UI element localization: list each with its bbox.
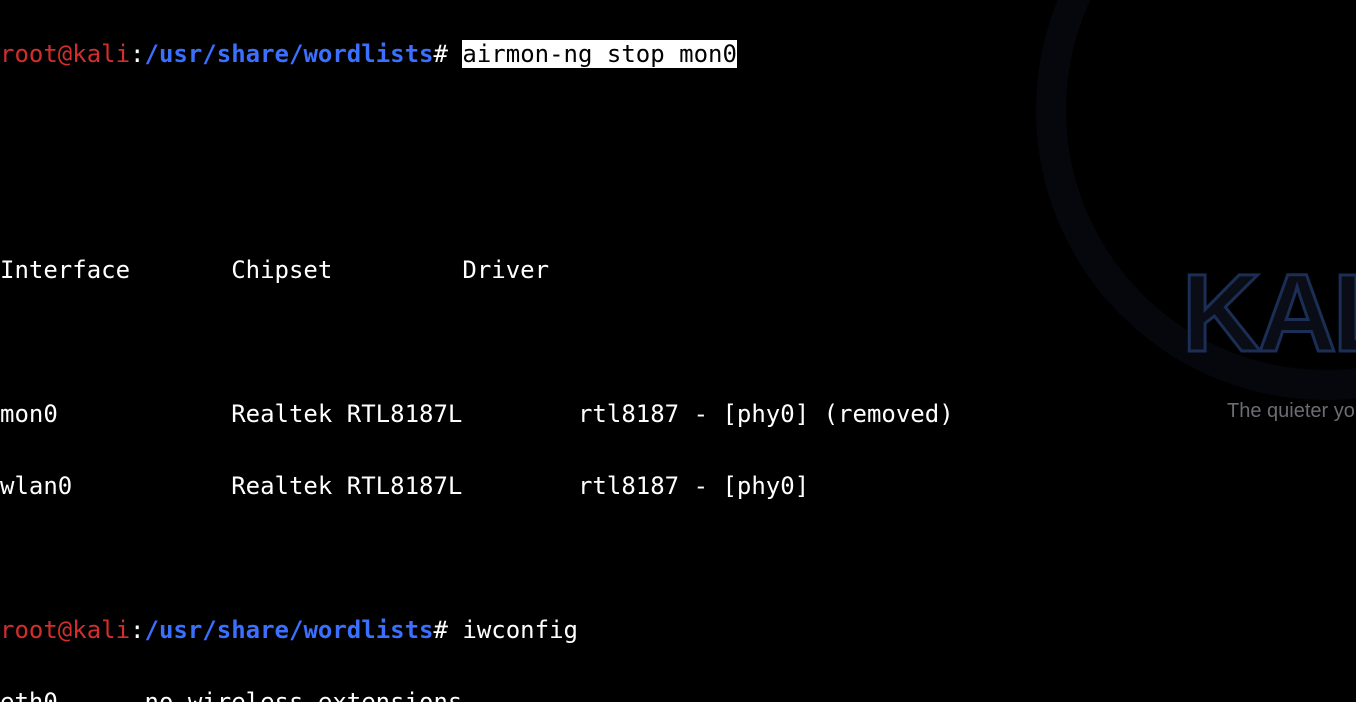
prompt-at: @ — [58, 40, 72, 68]
terminal-output[interactable]: root@kali:/usr/share/wordlists# airmon-n… — [0, 0, 1356, 702]
blank-line — [0, 180, 1356, 216]
blank-line — [0, 324, 1356, 360]
blank-line — [0, 108, 1356, 144]
command-2: iwconfig — [448, 616, 578, 644]
command-1-leading-space — [448, 40, 462, 68]
prompt-colon: : — [130, 40, 144, 68]
prompt-user: root — [0, 616, 58, 644]
prompt-at: @ — [58, 616, 72, 644]
prompt-line-2[interactable]: root@kali:/usr/share/wordlists# iwconfig — [0, 612, 1356, 648]
airmon-row-mon0: mon0 Realtek RTL8187L rtl8187 - [phy0] (… — [0, 396, 1356, 432]
iwconfig-eth0: eth0 no wireless extensions. — [0, 684, 1356, 702]
prompt-colon: : — [130, 616, 144, 644]
prompt-hash: # — [433, 616, 447, 644]
airmon-header: Interface Chipset Driver — [0, 252, 1356, 288]
prompt-path: /usr/share/wordlists — [145, 40, 434, 68]
prompt-user: root — [0, 40, 58, 68]
prompt-path: /usr/share/wordlists — [145, 616, 434, 644]
command-1-highlighted: airmon-ng stop mon0 — [462, 40, 737, 68]
blank-line — [0, 540, 1356, 576]
prompt-host: kali — [72, 40, 130, 68]
prompt-host: kali — [72, 616, 130, 644]
prompt-line-1[interactable]: root@kali:/usr/share/wordlists# airmon-n… — [0, 36, 1356, 72]
airmon-row-wlan0: wlan0 Realtek RTL8187L rtl8187 - [phy0] — [0, 468, 1356, 504]
prompt-hash: # — [433, 40, 447, 68]
